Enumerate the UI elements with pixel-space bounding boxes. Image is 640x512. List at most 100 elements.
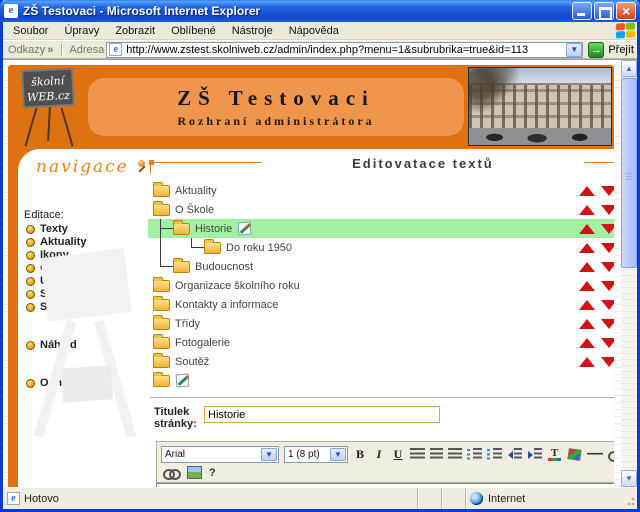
page-title-input[interactable]: [204, 406, 440, 423]
font-size-select[interactable]: 1 (8 pt): [284, 446, 348, 463]
folder-icon[interactable]: [173, 261, 190, 273]
insert-link-icon[interactable]: [163, 466, 180, 479]
sidebar-item-texty[interactable]: Texty: [26, 223, 146, 235]
move-up-icon[interactable]: [579, 243, 595, 253]
move-down-icon[interactable]: [601, 186, 614, 196]
move-down-icon[interactable]: [601, 281, 614, 291]
vertical-scrollbar[interactable]: [621, 60, 637, 487]
menu-item-zobrazit[interactable]: Zobrazit: [107, 25, 163, 37]
sidebar-item-uzivatele[interactable]: Uživatelé: [26, 275, 146, 287]
address-input[interactable]: http://www.zstest.skolniweb.cz/admin/ind…: [126, 44, 528, 56]
tree-item-label[interactable]: Historie: [195, 223, 232, 235]
tree-item-label[interactable]: Kontakty a informace: [175, 299, 278, 311]
align-right-icon[interactable]: [448, 448, 462, 461]
align-left-icon[interactable]: [410, 448, 425, 461]
tree-item-label[interactable]: Soutěž: [175, 356, 209, 368]
sidebar-item-nahled[interactable]: Náhled: [26, 339, 146, 351]
move-up-icon[interactable]: [579, 186, 595, 196]
folder-icon[interactable]: [153, 280, 170, 292]
text-color-icon[interactable]: T: [547, 448, 562, 461]
tree-item-label[interactable]: Do roku 1950: [226, 242, 292, 254]
tree-item-label[interactable]: Třídy: [175, 318, 200, 330]
indent-icon[interactable]: [527, 448, 542, 461]
address-field[interactable]: http://www.zstest.skolniweb.cz/admin/ind…: [106, 42, 583, 58]
ordered-list-icon[interactable]: [467, 448, 482, 461]
underline-button[interactable]: U: [391, 447, 405, 462]
scroll-down-icon[interactable]: [621, 470, 637, 487]
move-down-icon[interactable]: [601, 243, 614, 253]
sidebar-item-obrazky[interactable]: Obrázky: [26, 262, 146, 274]
unordered-list-icon[interactable]: [487, 448, 502, 461]
editor-text-area[interactable]: [156, 483, 614, 487]
maximize-button[interactable]: [594, 2, 614, 20]
sidebar-item-soubory[interactable]: Soubory: [26, 288, 146, 300]
scrollbar-track[interactable]: [621, 77, 637, 470]
links-label[interactable]: Odkazy: [8, 44, 45, 56]
new-page-icon[interactable]: [176, 374, 190, 388]
menu-item-oblibene[interactable]: Oblíbené: [163, 25, 224, 37]
move-down-icon[interactable]: [601, 300, 614, 310]
tree-item-label[interactable]: Organizace školního roku: [175, 280, 300, 292]
folder-icon[interactable]: [153, 204, 170, 216]
move-up-icon[interactable]: [579, 224, 595, 234]
resize-grip[interactable]: [623, 488, 637, 509]
folder-icon[interactable]: [204, 242, 221, 254]
folder-icon[interactable]: [153, 356, 170, 368]
photo-tree: [469, 68, 529, 123]
go-button[interactable]: Přejít: [588, 42, 634, 58]
move-up-icon[interactable]: [579, 357, 595, 367]
address-dropdown-icon[interactable]: [566, 43, 582, 57]
move-down-icon[interactable]: [601, 262, 614, 272]
title-form: Titulek stránky:: [154, 406, 614, 430]
link-icon[interactable]: [608, 448, 614, 461]
sidebar-item-statistiky[interactable]: Statistiky: [26, 301, 146, 313]
tree-item-label[interactable]: Budoucnost: [195, 261, 253, 273]
move-up-icon[interactable]: [579, 205, 595, 215]
sidebar-item-ikony[interactable]: Ikony: [26, 249, 146, 261]
menu-item-soubor[interactable]: Soubor: [5, 25, 56, 37]
dropdown-arrow-icon[interactable]: [261, 448, 277, 461]
move-up-icon[interactable]: [579, 262, 595, 272]
move-down-icon[interactable]: [601, 205, 614, 215]
font-family-select[interactable]: Arial: [161, 446, 279, 463]
folder-icon[interactable]: [153, 318, 170, 330]
bold-button[interactable]: B: [353, 447, 367, 462]
move-up-icon[interactable]: [579, 281, 595, 291]
move-up-icon[interactable]: [579, 319, 595, 329]
move-down-icon[interactable]: [601, 224, 614, 234]
move-up-icon[interactable]: [579, 300, 595, 310]
move-down-icon[interactable]: [601, 357, 614, 367]
folder-icon[interactable]: [153, 337, 170, 349]
internet-zone-icon: [470, 492, 483, 505]
move-down-icon[interactable]: [601, 338, 614, 348]
align-center-icon[interactable]: [430, 448, 443, 461]
edit-page-icon[interactable]: [238, 222, 252, 236]
folder-icon[interactable]: [153, 185, 170, 197]
scroll-up-icon[interactable]: [621, 60, 637, 77]
outdent-icon[interactable]: [507, 448, 522, 461]
menu-item-upravy[interactable]: Úpravy: [56, 25, 107, 37]
dropdown-arrow-icon[interactable]: [330, 448, 346, 461]
sidebar-item-aktuality[interactable]: Aktuality: [26, 236, 146, 248]
minimize-button[interactable]: [572, 2, 592, 20]
bullet-icon: [26, 225, 35, 234]
folder-icon[interactable]: [173, 223, 190, 235]
move-down-icon[interactable]: [601, 319, 614, 329]
italic-button[interactable]: I: [372, 447, 386, 462]
insert-image-icon[interactable]: [187, 466, 202, 479]
move-up-icon[interactable]: [579, 338, 595, 348]
menu-item-nastroje[interactable]: Nástroje: [224, 25, 281, 37]
scrollbar-thumb[interactable]: [621, 78, 637, 268]
fill-color-icon[interactable]: [567, 448, 581, 461]
tree-item-label[interactable]: O Škole: [175, 204, 214, 216]
chevron-icon[interactable]: »: [47, 44, 53, 56]
menu-item-napoveda[interactable]: Nápověda: [281, 25, 347, 37]
tree-item-label[interactable]: Fotogalerie: [175, 337, 230, 349]
close-button[interactable]: [616, 2, 636, 20]
folder-icon[interactable]: [153, 299, 170, 311]
sidebar-item-odhlasit[interactable]: Odhlásit: [26, 377, 146, 389]
help-icon[interactable]: ?: [209, 467, 216, 479]
folder-icon[interactable]: [153, 375, 170, 387]
horizontal-rule-icon[interactable]: —: [587, 445, 603, 463]
tree-item-label[interactable]: Aktuality: [175, 185, 217, 197]
